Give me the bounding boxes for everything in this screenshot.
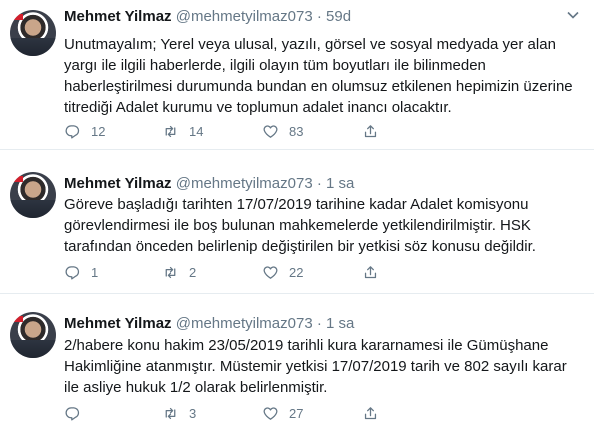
avatar[interactable] bbox=[10, 312, 56, 358]
tweet[interactable]: Mehmet Yilmaz @mehmetyilmaz073 · 1 sa Gö… bbox=[0, 150, 594, 294]
reply-icon bbox=[65, 124, 80, 139]
heart-icon bbox=[263, 265, 278, 279]
flag-icon bbox=[14, 14, 23, 20]
like-button[interactable]: 83 bbox=[262, 121, 303, 141]
share-button[interactable] bbox=[362, 262, 389, 282]
separator-dot: · bbox=[316, 8, 322, 25]
tweet-header: Mehmet Yilmaz @mehmetyilmaz073 · 1 sa bbox=[64, 175, 354, 192]
chevron-down-icon[interactable] bbox=[566, 8, 580, 22]
tweet-feed: Mehmet Yilmaz @mehmetyilmaz073 · 59d Unu… bbox=[0, 0, 594, 437]
tweet-time[interactable]: 1 sa bbox=[326, 315, 354, 332]
share-button[interactable] bbox=[362, 403, 389, 423]
flag-icon bbox=[14, 316, 23, 322]
tweet-time[interactable]: 59d bbox=[326, 8, 351, 25]
reply-button[interactable]: 12 bbox=[64, 121, 105, 141]
avatar[interactable] bbox=[10, 10, 56, 56]
tweet[interactable]: Mehmet Yilmaz @mehmetyilmaz073 · 1 sa 2/… bbox=[0, 294, 594, 437]
retweet-icon bbox=[165, 266, 176, 278]
tweet-actions: 1 2 22 bbox=[64, 262, 394, 282]
retweet-button[interactable]: 14 bbox=[162, 121, 203, 141]
tweet[interactable]: Mehmet Yilmaz @mehmetyilmaz073 · 59d Unu… bbox=[0, 0, 594, 150]
tweet-time[interactable]: 1 sa bbox=[326, 175, 354, 192]
heart-icon bbox=[263, 406, 278, 420]
share-icon bbox=[364, 406, 377, 419]
reply-count: 12 bbox=[91, 123, 106, 139]
reply-count: 1 bbox=[91, 264, 99, 280]
author-name[interactable]: Mehmet Yilmaz bbox=[64, 315, 172, 332]
retweet-icon bbox=[165, 125, 176, 137]
author-name[interactable]: Mehmet Yilmaz bbox=[64, 8, 172, 25]
tweet-actions: 3 27 bbox=[64, 403, 394, 423]
heart-icon bbox=[263, 124, 278, 138]
share-button[interactable] bbox=[362, 121, 389, 141]
author-handle[interactable]: @mehmetyilmaz073 bbox=[176, 315, 313, 332]
flag-icon bbox=[14, 176, 23, 182]
tweet-text: Göreve başladığı tarihten 17/07/2019 tar… bbox=[64, 196, 536, 255]
author-name[interactable]: Mehmet Yilmaz bbox=[64, 175, 172, 192]
retweet-count: 2 bbox=[189, 264, 197, 280]
like-button[interactable]: 22 bbox=[262, 262, 303, 282]
tweet-text: Unutmayalım; Yerel veya ulusal, yazılı, … bbox=[64, 36, 573, 116]
tweet-header: Mehmet Yilmaz @mehmetyilmaz073 · 1 sa bbox=[64, 315, 354, 332]
share-icon bbox=[364, 265, 377, 278]
retweet-count: 3 bbox=[189, 405, 197, 421]
reply-button[interactable] bbox=[64, 403, 91, 423]
author-handle[interactable]: @mehmetyilmaz073 bbox=[176, 8, 313, 25]
retweet-icon bbox=[165, 407, 176, 419]
share-icon bbox=[364, 124, 377, 137]
avatar[interactable] bbox=[10, 172, 56, 218]
author-handle[interactable]: @mehmetyilmaz073 bbox=[176, 175, 313, 192]
tweet-actions: 12 14 83 bbox=[64, 121, 394, 141]
separator-dot: · bbox=[316, 315, 322, 332]
retweet-button[interactable]: 2 bbox=[162, 262, 196, 282]
like-button[interactable]: 27 bbox=[262, 403, 303, 423]
tweet-text: 2/habere konu hakim 23/05/2019 tarihli k… bbox=[64, 337, 567, 396]
reply-icon bbox=[65, 265, 80, 280]
retweet-button[interactable]: 3 bbox=[162, 403, 196, 423]
separator-dot: · bbox=[316, 175, 322, 192]
tweet-header: Mehmet Yilmaz @mehmetyilmaz073 · 59d bbox=[64, 8, 351, 25]
like-count: 22 bbox=[289, 264, 304, 280]
retweet-count: 14 bbox=[189, 123, 204, 139]
like-count: 27 bbox=[289, 405, 304, 421]
reply-icon bbox=[65, 406, 80, 421]
reply-button[interactable]: 1 bbox=[64, 262, 98, 282]
like-count: 83 bbox=[289, 123, 304, 139]
